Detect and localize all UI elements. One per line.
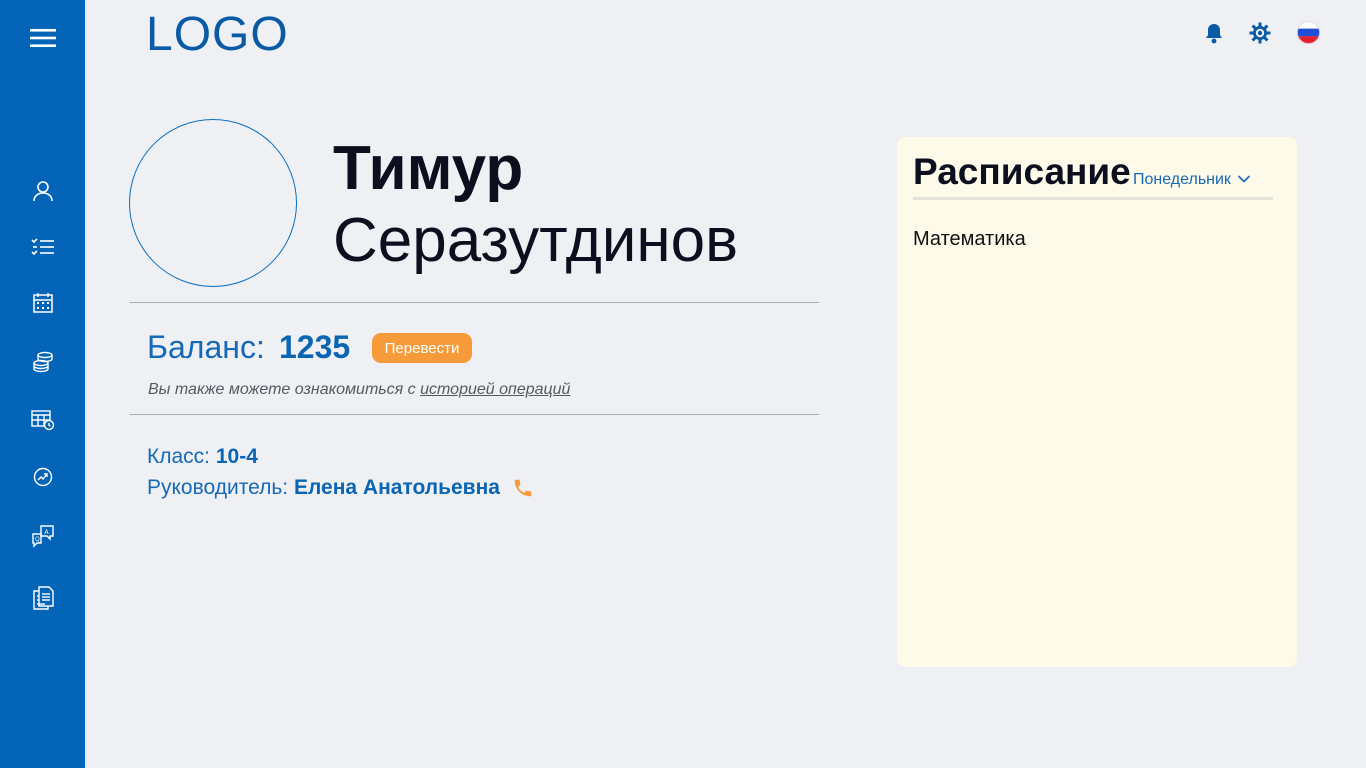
history-hint-text: Вы также можете ознакомиться с (148, 381, 421, 398)
logo[interactable]: LOGO (146, 7, 289, 62)
last-name: Серазутдинов (333, 206, 739, 275)
class-label: Класс: (147, 445, 210, 468)
sidebar-item-coins[interactable] (0, 340, 85, 384)
leader-value: Елена Анатольевна (293, 476, 500, 499)
menu-icon (29, 28, 56, 48)
schedule-divider (913, 197, 1273, 200)
documents-icon (32, 586, 54, 610)
class-value: 10-4 (215, 445, 258, 468)
schedule-title: Расписание (913, 151, 1131, 192)
sidebar-item-documents[interactable] (0, 576, 85, 620)
sidebar-item-chat[interactable]: AQ (0, 514, 85, 558)
leader-label: Руководитель: (147, 476, 289, 499)
tasks-icon (30, 238, 55, 256)
balance-label: Баланс: (147, 329, 265, 365)
chevron-down-icon (1231, 171, 1251, 189)
sidebar-item-schedule[interactable] (0, 398, 85, 442)
schedule-panel: Расписание Понедельник Математика (897, 137, 1297, 667)
coins-icon (32, 351, 54, 373)
calendar-icon (32, 292, 54, 314)
transfer-button[interactable]: Перевести (372, 333, 472, 363)
chat-icon: AQ (31, 524, 55, 548)
avatar[interactable] (129, 119, 297, 287)
class-row: Класс: 10-4 (147, 445, 258, 469)
day-select[interactable]: Понедельник (1133, 171, 1251, 189)
history-link[interactable]: историей операций (420, 381, 570, 398)
schedule-subject: Математика (913, 228, 1026, 250)
settings-button[interactable] (1245, 20, 1275, 50)
divider (130, 302, 819, 303)
sidebar: AQ (0, 0, 85, 768)
leader-row: Руководитель: Елена Анатольевна (147, 476, 534, 500)
history-hint: Вы также можете ознакомиться с историей … (148, 381, 570, 399)
profile-icon (32, 180, 54, 202)
bell-icon (1204, 22, 1224, 49)
sidebar-item-tasks[interactable] (0, 225, 85, 269)
notifications-button[interactable] (1199, 20, 1229, 50)
phone-icon[interactable] (512, 477, 534, 499)
russia-flag-icon (1296, 20, 1320, 49)
svg-text:A: A (44, 529, 49, 536)
language-button[interactable] (1293, 20, 1323, 50)
first-name: Тимур (333, 134, 524, 203)
balance-value: 1235 (279, 329, 351, 365)
settings-icon (1249, 22, 1271, 49)
svg-text:Q: Q (35, 536, 40, 543)
schedule-grid-icon (30, 409, 55, 431)
sidebar-item-calendar[interactable] (0, 281, 85, 325)
menu-button[interactable] (0, 16, 85, 60)
sidebar-item-profile[interactable] (0, 169, 85, 213)
day-select-label: Понедельник (1133, 171, 1231, 188)
sidebar-item-analytics[interactable] (0, 455, 85, 499)
divider (130, 414, 819, 415)
analytics-icon (32, 466, 54, 488)
